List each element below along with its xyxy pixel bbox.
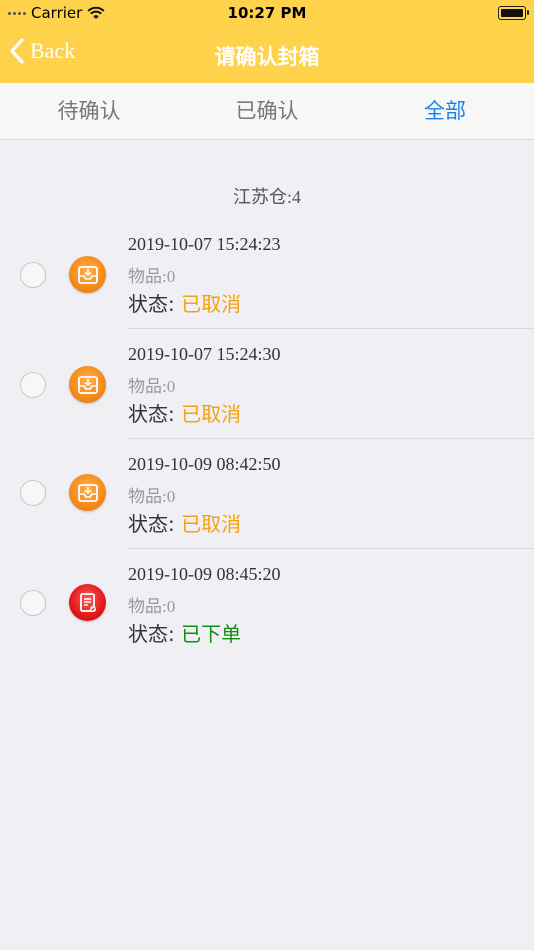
battery-icon [498, 6, 529, 20]
inbox-icon [69, 256, 106, 293]
status-label: 状态: [128, 292, 175, 316]
order-datetime: 2019-10-07 15:24:23 [128, 234, 281, 254]
order-status-line: 状态: 已取消 [128, 398, 241, 427]
status-value: 已取消 [181, 292, 242, 316]
order-status-line: 状态: 已取消 [128, 508, 241, 537]
order-items-count: 物品:0 [128, 597, 176, 616]
warehouse-group-header: 江苏仓:4 [232, 187, 301, 207]
order-status-line: 状态: 已取消 [128, 288, 241, 317]
order-items-count: 物品:0 [128, 377, 176, 396]
select-radio[interactable] [20, 372, 46, 398]
order-datetime: 2019-10-07 15:24:30 [128, 344, 281, 364]
row-divider [128, 438, 534, 439]
status-value: 已取消 [181, 402, 242, 426]
segment-tabs: 待确认 已确认 全部 [0, 83, 534, 140]
navigation-bar: Back 请确认封箱 [0, 26, 534, 83]
status-label: 状态: [128, 512, 175, 536]
row-divider [128, 548, 534, 549]
tab-pending[interactable]: 待确认 [0, 83, 178, 139]
order-datetime: 2019-10-09 08:42:50 [128, 454, 281, 474]
page-title: 请确认封箱 [214, 45, 320, 69]
order-items-count: 物品:0 [128, 487, 176, 506]
order-document-icon [69, 584, 106, 621]
status-bar: Carrier 10:27 PM [0, 0, 534, 26]
status-label: 状态: [128, 402, 175, 426]
status-label: 状态: [128, 622, 175, 646]
select-radio[interactable] [20, 262, 46, 288]
order-row[interactable]: 2019-10-09 08:45:20 物品:0 状态: 已下单 [0, 550, 534, 660]
order-status-line: 状态: 已下单 [128, 618, 241, 647]
status-value: 已下单 [181, 622, 242, 646]
order-row[interactable]: 2019-10-09 08:42:50 物品:0 状态: 已取消 [0, 440, 534, 550]
order-datetime: 2019-10-09 08:45:20 [128, 564, 281, 584]
inbox-icon [69, 366, 106, 403]
status-value: 已取消 [181, 512, 242, 536]
clock: 10:27 PM [227, 4, 307, 22]
tab-all[interactable]: 全部 [356, 83, 534, 139]
order-row[interactable]: 2019-10-07 15:24:30 物品:0 状态: 已取消 [0, 330, 534, 440]
tab-confirmed[interactable]: 已确认 [178, 83, 356, 139]
order-items-count: 物品:0 [128, 267, 176, 286]
row-divider [128, 328, 534, 329]
order-row[interactable]: 2019-10-07 15:24:23 物品:0 状态: 已取消 [0, 220, 534, 330]
select-radio[interactable] [20, 480, 46, 506]
select-radio[interactable] [20, 590, 46, 616]
inbox-icon [69, 474, 106, 511]
